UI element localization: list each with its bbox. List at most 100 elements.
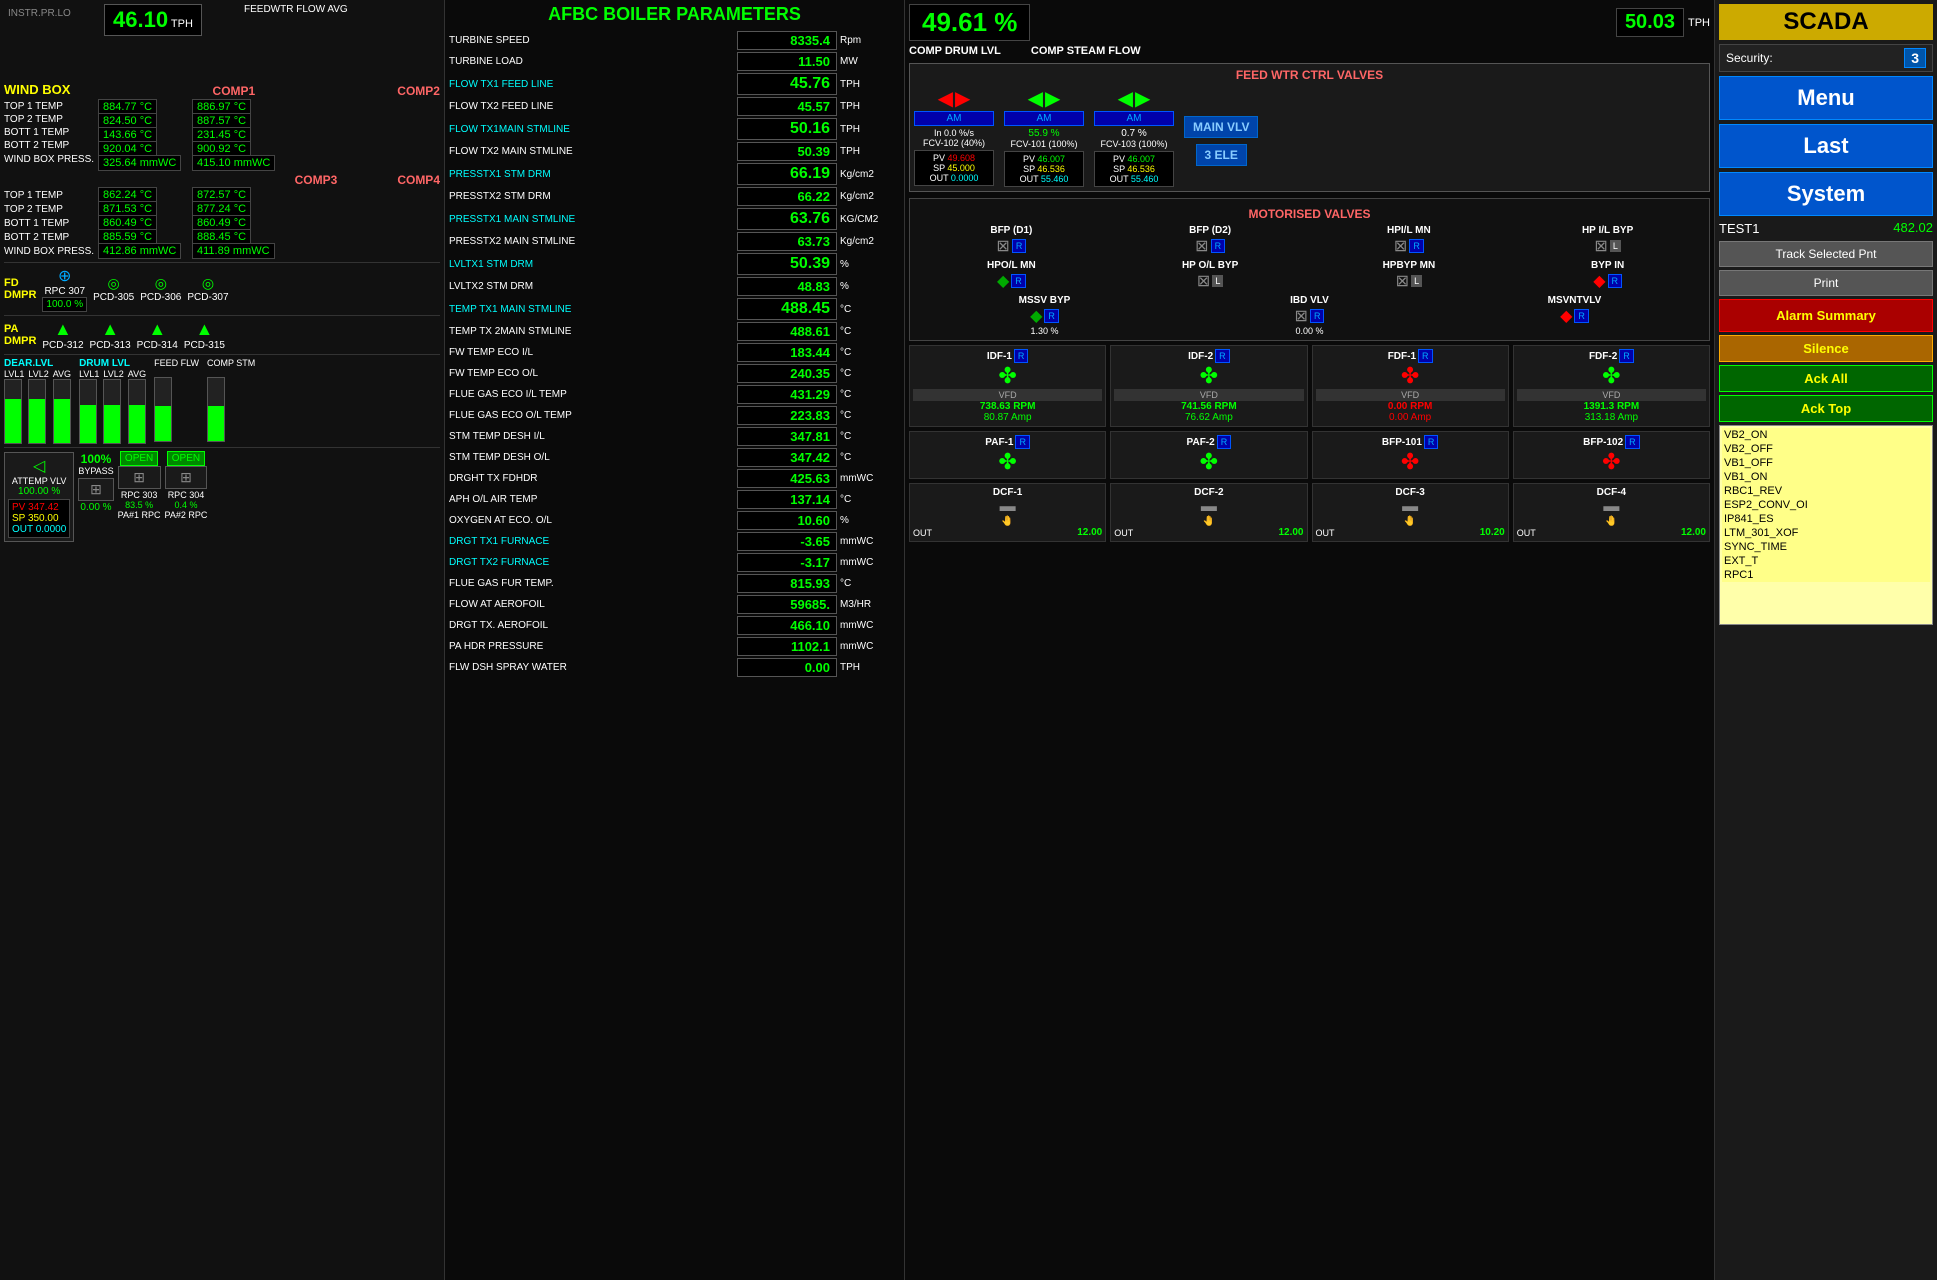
three-ele-button[interactable]: 3 ELE [1196,144,1247,166]
params-row-6[interactable]: PRESSTX1 STM DRM66.19Kg/cm2 [449,163,900,185]
security-label: Security: [1726,51,1773,65]
open2-valve[interactable]: ⊞ [165,466,208,489]
paf2-fan[interactable]: PAF-2 R ✤ [1110,431,1307,479]
fcv103-group: ◀ ▶ AM 0.7 % FCV-103 (100%) PV 46.007 SP… [1094,86,1174,187]
params-row-25[interactable]: FLUE GAS FUR TEMP.815.93°C [449,574,900,593]
motor-ibd-vlv[interactable]: IBD VLV ⊠ R 0.00 % [1179,295,1440,336]
bypass-valve[interactable]: ⊞ [78,478,113,501]
params-row-23[interactable]: DRGT TX1 FURNACE-3.65mmWC [449,532,900,551]
params-row-21[interactable]: APH O/L AIR TEMP137.14°C [449,490,900,509]
big-tph-value: 50.03 [1616,8,1684,37]
motor-hp-il-byp[interactable]: HP I/L BYP ⊠ L [1510,225,1705,256]
system-button[interactable]: System [1719,172,1933,216]
params-row-8[interactable]: PRESSTX1 MAIN STMLINE63.76KG/CM2 [449,208,900,230]
params-name-29: FLW DSH SPRAY WATER [449,662,737,673]
top2-label: TOP 2 TEMP [4,114,89,125]
motor-hpo-l-mn[interactable]: HPO/L MN ◆ R [914,260,1109,291]
params-row-22[interactable]: OXYGEN AT ECO. O/L10.60% [449,511,900,530]
attemp-vlv[interactable]: ◁ ATTEMP VLV 100.00 % PV 347.42 SP 350.0… [4,452,74,542]
params-row-20[interactable]: DRGHT TX FDHDR425.63mmWC [449,469,900,488]
params-row-4[interactable]: FLOW TX1MAIN STMLINE50.16TPH [449,118,900,140]
track-button[interactable]: Track Selected Pnt [1719,241,1933,267]
fdf2-fan[interactable]: FDF-2 R ✤ VFD 1391.3 RPM 313.18 Amp [1513,345,1710,427]
main-vlv-button[interactable]: MAIN VLV [1184,116,1258,138]
params-row-10[interactable]: LVLTX1 STM DRM50.39% [449,253,900,275]
silence-button[interactable]: Silence [1719,335,1933,362]
dcf2-item[interactable]: DCF-2 ▬ 🤚 OUT 12.00 [1110,483,1307,542]
motor-hp-ol-byp[interactable]: HP O/L BYP ⊠ L [1113,260,1308,291]
alarm-item-4[interactable]: RBC1_REV [1722,484,1930,498]
params-row-11[interactable]: LVLTX2 STM DRM48.83% [449,277,900,296]
pcd315[interactable]: ▲ PCD-315 [184,319,225,351]
left-panel: INSTR.PR.LO 46.10 TPH FEEDWTR FLOW AVG W… [0,0,445,1280]
alarm-item-10[interactable]: RPC1 [1722,568,1930,582]
pcd305[interactable]: ◎ PCD-305 [93,275,134,303]
last-button[interactable]: Last [1719,124,1933,168]
params-row-3[interactable]: FLOW TX2 FEED LINE45.57TPH [449,97,900,116]
motorised-section: MOTORISED VALVES BFP (D1) ⊠ R BFP (D2) ⊠… [909,198,1710,341]
open1-valve[interactable]: ⊞ [118,466,161,489]
fdf1-fan[interactable]: FDF-1 R ✤ VFD 0.00 RPM 0.00 Amp [1312,345,1509,427]
alarm-item-0[interactable]: VB2_ON [1722,428,1930,442]
motor-mssv-byp[interactable]: MSSV BYP ◆ R 1.30 % [914,295,1175,336]
alarm-item-7[interactable]: LTM_301_XOF [1722,526,1930,540]
params-row-7[interactable]: PRESSTX2 STM DRM66.22Kg/cm2 [449,187,900,206]
params-row-29[interactable]: FLW DSH SPRAY WATER0.00TPH [449,658,900,677]
print-button[interactable]: Print [1719,270,1933,296]
params-row-27[interactable]: DRGT TX. AEROFOIL466.10mmWC [449,616,900,635]
params-row-13[interactable]: TEMP TX 2MAIN STMLINE488.61°C [449,322,900,341]
motor-hpi-l-mn[interactable]: HPI/L MN ⊠ R [1312,225,1507,256]
alarm-item-9[interactable]: EXT_T [1722,554,1930,568]
params-row-24[interactable]: DRGT TX2 FURNACE-3.17mmWC [449,553,900,572]
params-row-1[interactable]: TURBINE LOAD11.50MW [449,52,900,71]
alarm-item-8[interactable]: SYNC_TIME [1722,540,1930,554]
ack-all-button[interactable]: Ack All [1719,365,1933,392]
params-row-5[interactable]: FLOW TX2 MAIN STMLINE50.39TPH [449,142,900,161]
params-unit-28: mmWC [840,641,900,652]
params-unit-6: Kg/cm2 [840,169,900,180]
pcd312[interactable]: ▲ PCD-312 [42,319,83,351]
bfp102-fan[interactable]: BFP-102 R ✤ [1513,431,1710,479]
motor-msvntvlv[interactable]: MSVNTVLV ◆ R [1444,295,1705,336]
pcd307[interactable]: ◎ PCD-307 [187,275,228,303]
ack-top-button[interactable]: Ack Top [1719,395,1933,422]
params-row-26[interactable]: FLOW AT AEROFOIL59685.M3/HR [449,595,900,614]
params-row-19[interactable]: STM TEMP DESH O/L347.42°C [449,448,900,467]
motor-byp-in[interactable]: BYP IN ◆ R [1510,260,1705,291]
alarm-summary-button[interactable]: Alarm Summary [1719,299,1933,332]
params-row-15[interactable]: FW TEMP ECO O/L240.35°C [449,364,900,383]
alarm-item-2[interactable]: VB1_OFF [1722,456,1930,470]
params-row-12[interactable]: TEMP TX1 MAIN STMLINE488.45°C [449,298,900,320]
idf2-fan[interactable]: IDF-2 R ✤ VFD 741.56 RPM 76.62 Amp [1110,345,1307,427]
alarm-item-5[interactable]: ESP2_CONV_OI [1722,498,1930,512]
params-row-16[interactable]: FLUE GAS ECO I/L TEMP431.29°C [449,385,900,404]
alarm-item-6[interactable]: IP841_ES [1722,512,1930,526]
params-row-9[interactable]: PRESSTX2 MAIN STMLINE63.73Kg/cm2 [449,232,900,251]
drum-lvl2-bar [103,379,121,444]
bfp101-fan[interactable]: BFP-101 R ✤ [1312,431,1509,479]
params-row-0[interactable]: TURBINE SPEED8335.4Rpm [449,31,900,50]
motor-bfp-d2[interactable]: BFP (D2) ⊠ R [1113,225,1308,256]
dcf3-item[interactable]: DCF-3 ▬ 🤚 OUT 10.20 [1312,483,1509,542]
pcd313[interactable]: ▲ PCD-313 [90,319,131,351]
motor-hpbyp-mn[interactable]: HPBYP MN ⊠ L [1312,260,1507,291]
params-row-14[interactable]: FW TEMP ECO I/L183.44°C [449,343,900,362]
params-value-8: 63.76 [737,208,837,230]
alarm-item-3[interactable]: VB1_ON [1722,470,1930,484]
dcf4-item[interactable]: DCF-4 ▬ 🤚 OUT 12.00 [1513,483,1710,542]
params-row-28[interactable]: PA HDR PRESSURE1102.1mmWC [449,637,900,656]
idf1-fan[interactable]: IDF-1 R ✤ VFD 738.63 RPM 80.87 Amp [909,345,1106,427]
params-value-9: 63.73 [737,232,837,251]
pcd314[interactable]: ▲ PCD-314 [137,319,178,351]
rpc307-damper[interactable]: ⊕ RPC 307 100.0 % [42,266,87,312]
menu-button[interactable]: Menu [1719,76,1933,120]
pcd306[interactable]: ◎ PCD-306 [140,275,181,303]
params-row-18[interactable]: STM TEMP DESH I/L347.81°C [449,427,900,446]
params-name-4: FLOW TX1MAIN STMLINE [449,124,737,135]
alarm-item-1[interactable]: VB2_OFF [1722,442,1930,456]
paf1-fan[interactable]: PAF-1 R ✤ [909,431,1106,479]
params-row-17[interactable]: FLUE GAS ECO O/L TEMP223.83°C [449,406,900,425]
params-row-2[interactable]: FLOW TX1 FEED LINE45.76TPH [449,73,900,95]
motor-bfp-d1[interactable]: BFP (D1) ⊠ R [914,225,1109,256]
dcf1-item[interactable]: DCF-1 ▬ 🤚 OUT 12.00 [909,483,1106,542]
